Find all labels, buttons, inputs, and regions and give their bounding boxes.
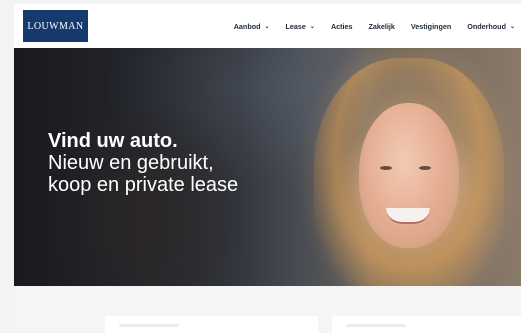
nav-item-label: Acties [330, 21, 353, 31]
chevron-down-icon: ⌄ [509, 23, 515, 30]
nav-item-acties[interactable]: Acties [331, 22, 353, 31]
chevron-down-icon: ⌄ [264, 23, 270, 30]
nav-item-label: Aanbod [233, 21, 261, 31]
main-navigation: Aanbod ⌄ Lease ⌄ Acties Zakelijk Vestigi… [218, 4, 521, 48]
card-placeholder-line [119, 324, 179, 327]
louwman-logo[interactable]: LOUWMAN [23, 10, 88, 42]
nav-item-vestigingen[interactable]: Vestigingen [411, 22, 451, 31]
page-frame: LOUWMAN Aanbod ⌄ Lease ⌄ Acties Zakelijk… [14, 4, 521, 333]
chevron-down-icon: ⌄ [309, 23, 315, 30]
search-card[interactable] [105, 316, 318, 333]
nav-item-onderhoud[interactable]: Onderhoud ⌄ [467, 22, 515, 31]
hero-banner: Vind uw auto. Nieuw en gebruikt, koop en… [14, 48, 521, 286]
search-card[interactable] [332, 316, 521, 333]
card-placeholder-line [346, 324, 406, 327]
nav-item-label: Lease [285, 21, 306, 31]
hero-subtitle-line-2: koop en private lease [48, 174, 239, 196]
hero-title: Vind uw auto. [48, 130, 178, 152]
nav-item-label: Vestigingen [410, 21, 452, 31]
hero-subtitle-line-1: Nieuw en gebruikt, [48, 152, 214, 174]
nav-item-lease[interactable]: Lease ⌄ [286, 22, 315, 31]
hero-text: Vind uw auto. Nieuw en gebruikt, koop en… [48, 130, 238, 196]
nav-item-label: Onderhoud [467, 21, 506, 31]
nav-item-zakelijk[interactable]: Zakelijk [369, 22, 395, 31]
nav-item-aanbod[interactable]: Aanbod ⌄ [234, 22, 270, 31]
nav-item-label: Zakelijk [368, 21, 395, 31]
site-header: LOUWMAN Aanbod ⌄ Lease ⌄ Acties Zakelijk… [14, 4, 521, 48]
